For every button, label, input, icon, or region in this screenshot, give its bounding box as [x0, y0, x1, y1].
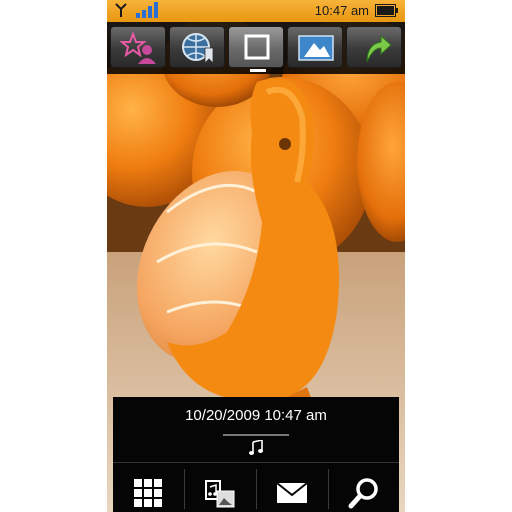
search-button[interactable] [329, 463, 399, 512]
fullscreen-button[interactable] [228, 26, 284, 68]
web-bookmark-icon [182, 33, 214, 64]
status-bar: 10:47 am [107, 0, 405, 22]
status-time: 10:47 am [314, 3, 369, 18]
web-bookmark-button[interactable] [169, 26, 225, 68]
phone-screen: 10:47 am 10/20/2009 10:47 am [107, 0, 405, 512]
media-gallery-button[interactable] [185, 463, 255, 512]
fullscreen-icon [244, 34, 270, 60]
image-toolbar [107, 22, 405, 74]
media-gallery-icon [205, 480, 235, 508]
grid-menu-icon [134, 479, 162, 507]
search-icon [348, 478, 378, 509]
battery-icon [375, 4, 398, 17]
mail-icon [276, 482, 308, 503]
mail-button[interactable] [257, 463, 327, 512]
wallpaper-button[interactable] [287, 26, 343, 68]
share-arrow-icon [366, 34, 392, 63]
signal-strength-icon [136, 2, 158, 18]
antenna-icon [115, 3, 127, 17]
share-button[interactable] [346, 26, 402, 68]
music-note-icon[interactable] [248, 440, 264, 456]
info-divider [223, 434, 289, 436]
favorite-contact-button[interactable] [110, 26, 166, 68]
wallpaper-icon [298, 35, 334, 61]
info-panel: 10/20/2009 10:47 am [113, 397, 399, 512]
menu-grid-button[interactable] [113, 463, 183, 512]
active-tab-indicator [250, 69, 266, 72]
photo-datetime: 10/20/2009 10:47 am [185, 407, 327, 424]
favorite-contact-icon [119, 31, 156, 64]
